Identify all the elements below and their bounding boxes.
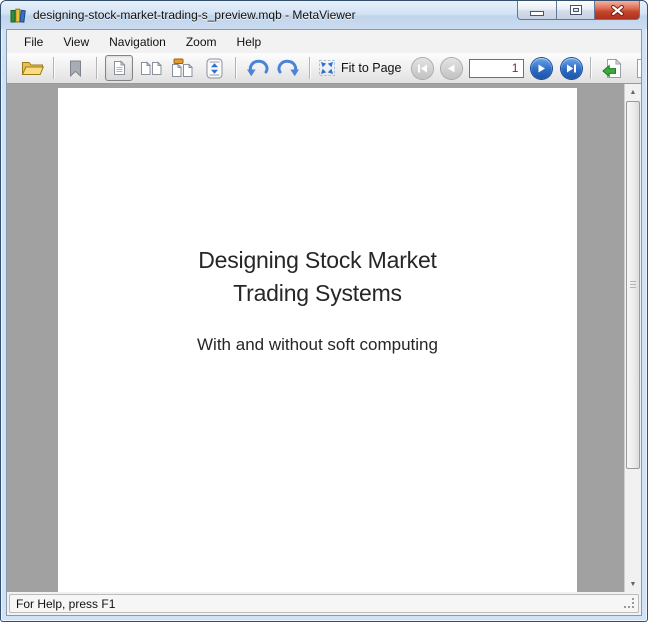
- menu-zoom[interactable]: Zoom: [176, 30, 227, 53]
- menu-file[interactable]: File: [14, 30, 53, 53]
- fit-to-page-label: Fit to Page: [341, 61, 401, 75]
- next-page-icon: [537, 64, 546, 73]
- maximize-icon: [571, 6, 581, 14]
- open-file-button[interactable]: [19, 55, 45, 81]
- book-view-button[interactable]: [169, 55, 195, 81]
- scroll-up-button[interactable]: ▲: [625, 84, 641, 100]
- toolbar-separator: [309, 57, 310, 79]
- toolbar-separator: [53, 57, 54, 79]
- menu-view[interactable]: View: [53, 30, 99, 53]
- status-text: For Help, press F1: [16, 597, 115, 611]
- fit-to-page-control[interactable]: Fit to Page: [318, 59, 401, 77]
- bookmark-icon: [69, 60, 82, 77]
- book-view-icon: [171, 58, 193, 78]
- status-panel: For Help, press F1: [9, 594, 639, 613]
- resize-grip-icon[interactable]: [623, 597, 636, 610]
- scroll-down-icon: ▼: [630, 581, 637, 588]
- window-controls: [518, 1, 640, 20]
- open-folder-icon: [21, 60, 44, 77]
- facing-pages-view-button[interactable]: [138, 55, 164, 81]
- close-icon: [611, 5, 624, 16]
- single-page-icon: [113, 60, 126, 76]
- toolbar-separator: [96, 57, 97, 79]
- last-page-button[interactable]: [561, 58, 582, 79]
- first-page-icon: [417, 64, 428, 73]
- back-arrow-page-icon: [602, 58, 623, 79]
- menu-navigation[interactable]: Navigation: [99, 30, 176, 53]
- vertical-scrollbar[interactable]: ▲ ▼: [624, 84, 641, 592]
- continuous-view-button[interactable]: [201, 55, 227, 81]
- previous-page-icon: [447, 64, 456, 73]
- rotate-right-icon: [277, 59, 300, 77]
- maximize-button[interactable]: [556, 1, 595, 20]
- metaviewer-window: designing-stock-market-trading-s_preview…: [0, 0, 648, 622]
- app-books-icon: [10, 7, 27, 24]
- document-title-line1: Designing Stock Market: [58, 244, 577, 277]
- fit-to-page-icon: [318, 59, 336, 77]
- statusbar: For Help, press F1: [7, 592, 641, 615]
- document-title-line2: Trading Systems: [58, 277, 577, 310]
- scroll-down-button[interactable]: ▼: [625, 576, 641, 592]
- single-page-view-button[interactable]: [105, 55, 133, 81]
- rotate-right-button[interactable]: [275, 55, 301, 81]
- facing-pages-icon: [140, 61, 162, 76]
- toolbar-separator: [235, 57, 236, 79]
- titlebar[interactable]: designing-stock-market-trading-s_preview…: [1, 1, 647, 29]
- scrollbar-thumb[interactable]: [626, 101, 640, 469]
- minimize-button[interactable]: [517, 1, 557, 20]
- document-subtitle: With and without soft computing: [58, 335, 577, 355]
- rotate-left-button[interactable]: [244, 55, 270, 81]
- scroll-up-icon: ▲: [630, 89, 637, 96]
- minimize-icon: [531, 12, 543, 15]
- page-number-input[interactable]: [469, 59, 524, 78]
- window-title: designing-stock-market-trading-s_preview…: [33, 8, 356, 22]
- rotate-left-icon: [246, 59, 269, 77]
- bookmark-button[interactable]: [62, 55, 88, 81]
- toolbar-separator: [590, 57, 591, 79]
- menubar: File View Navigation Zoom Help: [7, 30, 641, 53]
- forward-arrow-page-icon: [635, 58, 642, 79]
- menu-help[interactable]: Help: [227, 30, 272, 53]
- continuous-scroll-icon: [206, 58, 223, 79]
- go-back-button[interactable]: [599, 55, 625, 81]
- window-body: File View Navigation Zoom Help: [6, 29, 642, 616]
- previous-page-button[interactable]: [441, 58, 462, 79]
- next-page-button[interactable]: [531, 58, 552, 79]
- document-title: Designing Stock Market Trading Systems: [58, 244, 577, 310]
- document-page: Designing Stock Market Trading Systems W…: [58, 88, 577, 592]
- last-page-icon: [566, 64, 577, 73]
- close-button[interactable]: [594, 1, 640, 20]
- document-viewport[interactable]: Designing Stock Market Trading Systems W…: [7, 84, 641, 592]
- go-forward-button[interactable]: [632, 55, 642, 81]
- first-page-button[interactable]: [412, 58, 433, 79]
- toolbar: Fit to Page: [7, 53, 641, 84]
